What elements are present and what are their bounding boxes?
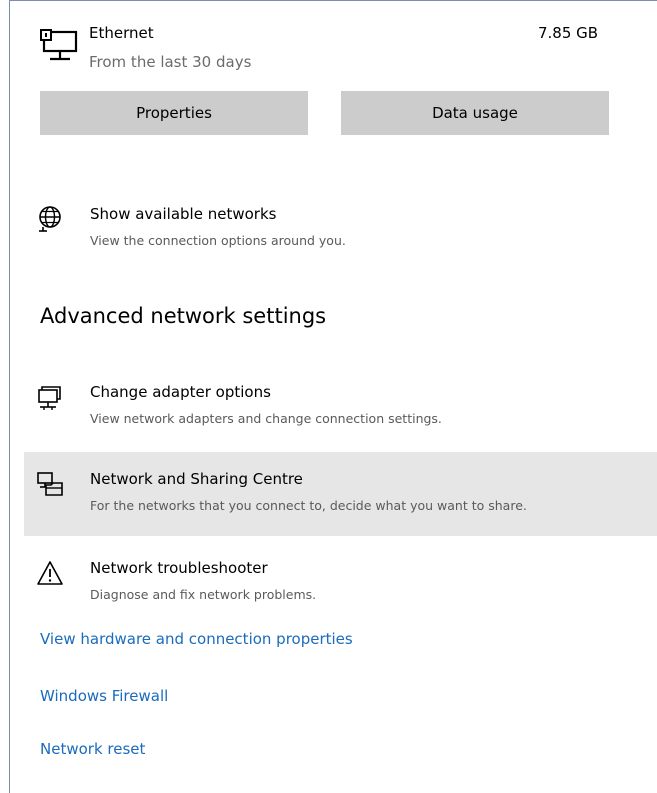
globe-icon <box>39 206 61 232</box>
change-adapter-options[interactable]: Change adapter options View network adap… <box>24 366 657 450</box>
advanced-settings-heading: Advanced network settings <box>40 304 327 328</box>
ethernet-name: Ethernet <box>89 24 154 42</box>
ethernet-period: From the last 30 days <box>89 53 252 71</box>
network-reset-link[interactable]: Network reset <box>40 740 145 758</box>
windows-firewall-link[interactable]: Windows Firewall <box>40 687 168 705</box>
sharing-centre-description: For the networks that you connect to, de… <box>90 498 527 513</box>
view-hardware-link[interactable]: View hardware and connection properties <box>40 630 353 648</box>
adapter-icon <box>38 386 61 410</box>
network-troubleshooter[interactable]: Network troubleshooter Diagnose and fix … <box>24 541 657 625</box>
ethernet-usage: 7.85 GB <box>538 24 599 42</box>
sharing-centre-icon <box>37 472 63 496</box>
troubleshooter-title: Network troubleshooter <box>90 559 268 577</box>
settings-panel: Ethernet From the last 30 days 7.85 GB P… <box>9 0 657 793</box>
warning-icon <box>37 561 63 585</box>
show-networks-title: Show available networks <box>90 205 277 223</box>
troubleshooter-description: Diagnose and fix network problems. <box>90 587 317 602</box>
ethernet-icon <box>40 29 78 61</box>
change-adapter-title: Change adapter options <box>90 383 271 401</box>
properties-button[interactable]: Properties <box>40 91 308 135</box>
sharing-centre-title: Network and Sharing Centre <box>90 470 303 488</box>
show-available-networks[interactable]: Show available networks View the connect… <box>24 187 657 271</box>
network-sharing-centre[interactable]: Network and Sharing Centre For the netwo… <box>24 452 657 536</box>
show-networks-description: View the connection options around you. <box>90 233 346 248</box>
change-adapter-description: View network adapters and change connect… <box>90 411 442 426</box>
data-usage-button[interactable]: Data usage <box>341 91 609 135</box>
